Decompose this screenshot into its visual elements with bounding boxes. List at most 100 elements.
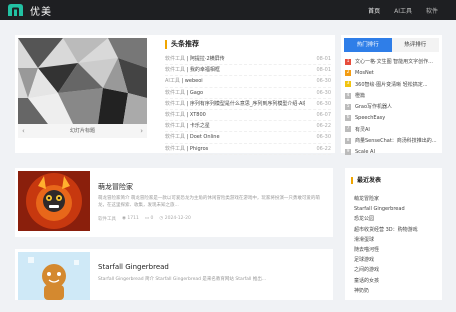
headline-date: 08-01	[316, 56, 331, 62]
latest-item[interactable]: 萌龙冒险家	[354, 194, 438, 204]
article-card[interactable]: 萌龙冒险家 萌龙冒险家简介 萌龙冒险家是一款以可爱恐龙为主角的休闲冒险类游戏在游…	[15, 168, 333, 237]
rank-number: 9	[345, 149, 351, 156]
headline-date: 06-30	[316, 89, 331, 96]
nav-item-home[interactable]: 首页	[368, 6, 380, 15]
article-description: Starfall Gingerbread 简介 Starfall Gingerb…	[98, 277, 267, 282]
article-description: 萌龙冒险家简介 萌龙冒险家是一款以可爱恐龙为主角的休闲冒险类游戏在游戏中，玩家将…	[98, 196, 320, 208]
headline-category[interactable]: 软件工具	[165, 123, 185, 129]
headline-item[interactable]: AI工具 | webeoi 06-30	[165, 76, 331, 88]
article-views: 1711	[127, 216, 139, 221]
latest-item[interactable]: 之间的游戏	[354, 265, 438, 275]
comment-icon: ▭ 0	[144, 216, 154, 221]
rank-title[interactable]: SpeechEasy	[355, 115, 385, 121]
ranking-item[interactable]: 4 橙篇	[341, 90, 442, 101]
latest-title: 最近发表	[351, 177, 381, 184]
headline-text[interactable]: 卡乐之星	[190, 123, 210, 129]
logo-icon[interactable]	[7, 3, 24, 17]
ranking-item[interactable]: 8 商量SenseChat：商汤科技推出的...	[341, 135, 442, 146]
headline-text[interactable]: webeoi	[185, 78, 203, 84]
headline-text[interactable]: 序列有序列模型是什么意思_序列到序列模型介绍·AI探识	[190, 101, 305, 107]
headline-category[interactable]: 软件工具	[165, 146, 185, 152]
ranking-item[interactable]: 5 Grao写作机器人	[341, 101, 442, 112]
rank-title[interactable]: Scale AI	[355, 149, 375, 155]
headline-item[interactable]: 软件工具 | Phigros 06-22	[165, 144, 331, 155]
headline-date: 06-22	[316, 123, 331, 130]
latest-item[interactable]: 足球游戏	[354, 255, 438, 265]
rank-title[interactable]: Grao写作机器人	[355, 103, 392, 110]
headline-date: 06-07	[316, 111, 331, 118]
latest-posts-panel: 最近发表 萌龙冒险家 Starfall Gingerbread 恐龙公园 超市收货经营…	[345, 168, 442, 300]
rank-title[interactable]: 360智绘·图片变清晰 轻松搞定...	[355, 81, 428, 88]
top-navigation-bar: 优美 首页 AI工具 软件	[0, 0, 456, 20]
article-thumbnail[interactable]	[18, 171, 90, 231]
ranking-item[interactable]: 3 360智绘·图片变清晰 轻松搞定...	[341, 79, 442, 90]
latest-list: 萌龙冒险家 Starfall Gingerbread 恐龙公园 超市收货经营 3D：购…	[354, 194, 438, 296]
article-title[interactable]: 萌龙冒险家	[98, 182, 133, 192]
headline-text[interactable]: Phigros	[190, 146, 208, 152]
ranking-item[interactable]: 1 文心一格·文生图 智能用文字创作...	[341, 56, 442, 67]
nav-item-ai-tools[interactable]: AI工具	[394, 6, 412, 15]
article-thumbnail[interactable]	[18, 252, 90, 312]
tab-comments[interactable]: 热评排行	[391, 38, 439, 52]
headline-item[interactable]: 软件工具 | 卡乐之星 06-22	[165, 121, 331, 133]
headline-text[interactable]: 我的幸福相框	[190, 67, 220, 73]
rank-title[interactable]: 文心一格·文生图 智能用文字创作...	[355, 58, 433, 65]
headline-item[interactable]: 软件工具 | Gago 06-30	[165, 88, 331, 99]
latest-item[interactable]: 超市收货经营 3D：购物游戏	[354, 225, 438, 235]
main-nav: 首页 AI工具 软件	[368, 0, 438, 20]
tab-hot[interactable]: 热门排行	[344, 38, 392, 52]
headline-item[interactable]: 软件工具 | XT800 06-07	[165, 110, 331, 122]
headline-text[interactable]: Doet Online	[190, 134, 220, 140]
headline-date: 08-01	[316, 67, 331, 74]
rank-title[interactable]: MosNet	[355, 70, 374, 76]
image-slider[interactable]: 幻灯片标题 ‹ ›	[18, 38, 147, 138]
headline-text[interactable]: Gago	[190, 90, 203, 96]
article-date: 2024-12-20	[164, 216, 191, 221]
article-category[interactable]: 软件工具	[98, 216, 116, 222]
headline-text[interactable]: XT800	[190, 112, 206, 118]
headline-item[interactable]: 软件工具 | Doet Online 06-30	[165, 132, 331, 144]
ranking-item[interactable]: 6 SpeechEasy	[341, 112, 442, 123]
headline-date: 06-30	[316, 78, 331, 85]
ranking-item[interactable]: 9 Scale AI	[341, 146, 442, 157]
article-comments: 0	[150, 216, 154, 221]
rank-number: 2	[345, 69, 351, 76]
article-card[interactable]: Starfall Gingerbread Starfall Gingerbrea…	[15, 249, 333, 300]
ranking-item[interactable]: 2 MosNet	[341, 67, 442, 78]
eye-icon: ◉ 1711	[122, 216, 139, 221]
headline-category[interactable]: 软件工具	[165, 101, 185, 107]
latest-item[interactable]: Starfall Gingerbread	[354, 204, 438, 214]
rank-title[interactable]: 商量SenseChat：商汤科技推出的...	[355, 137, 437, 144]
headline-item[interactable]: 软件工具 | 阿提拉·2横屏传 08-01	[165, 54, 331, 66]
rank-number: 6	[345, 115, 351, 122]
rank-number: 5	[345, 103, 351, 110]
rank-title[interactable]: 橙篇	[355, 92, 365, 99]
headlines-title: 头条推荐	[165, 40, 331, 49]
latest-item[interactable]: 滑滑蛋球	[354, 235, 438, 245]
latest-item[interactable]: 童话的女孩	[354, 276, 438, 286]
slider-next-button[interactable]: ›	[140, 127, 143, 135]
headline-item[interactable]: 软件工具 | 序列有序列模型是什么意思_序列到序列模型介绍·AI探识 06-30	[165, 99, 331, 110]
latest-item[interactable]: 随去喵河怪	[354, 245, 438, 255]
headline-text[interactable]: 阿提拉·2横屏传	[190, 56, 225, 62]
brand-name[interactable]: 优美	[30, 3, 52, 18]
rank-title[interactable]: 有灵AI	[355, 126, 370, 133]
headline-category[interactable]: 软件工具	[165, 90, 185, 96]
headline-category[interactable]: AI工具	[165, 78, 180, 84]
headline-category[interactable]: 软件工具	[165, 134, 185, 140]
ranking-item[interactable]: 7 有灵AI	[341, 124, 442, 135]
article-title[interactable]: Starfall Gingerbread	[98, 263, 169, 271]
nav-item-software[interactable]: 软件	[426, 6, 438, 15]
latest-item[interactable]: 恐龙公园	[354, 214, 438, 224]
article-meta: 软件工具 ◉ 1711 ▭ 0 ◷ 2024-12-20	[98, 216, 191, 222]
hot-ranking-panel: 热门排行 热评排行 1 文心一格·文生图 智能用文字创作... 2 MosNet 3 36…	[341, 35, 442, 156]
headline-category[interactable]: 软件工具	[165, 67, 185, 73]
headline-category[interactable]: 软件工具	[165, 112, 185, 118]
headline-date: 06-22	[316, 145, 331, 152]
headline-item[interactable]: 软件工具 | 我的幸福相框 08-01	[165, 65, 331, 77]
slider-prev-button[interactable]: ‹	[22, 127, 25, 135]
latest-item[interactable]: 神奶奶	[354, 286, 438, 296]
headline-category[interactable]: 软件工具	[165, 56, 185, 62]
rank-number: 3	[345, 81, 351, 88]
ranking-tabs: 热门排行 热评排行	[344, 38, 439, 52]
